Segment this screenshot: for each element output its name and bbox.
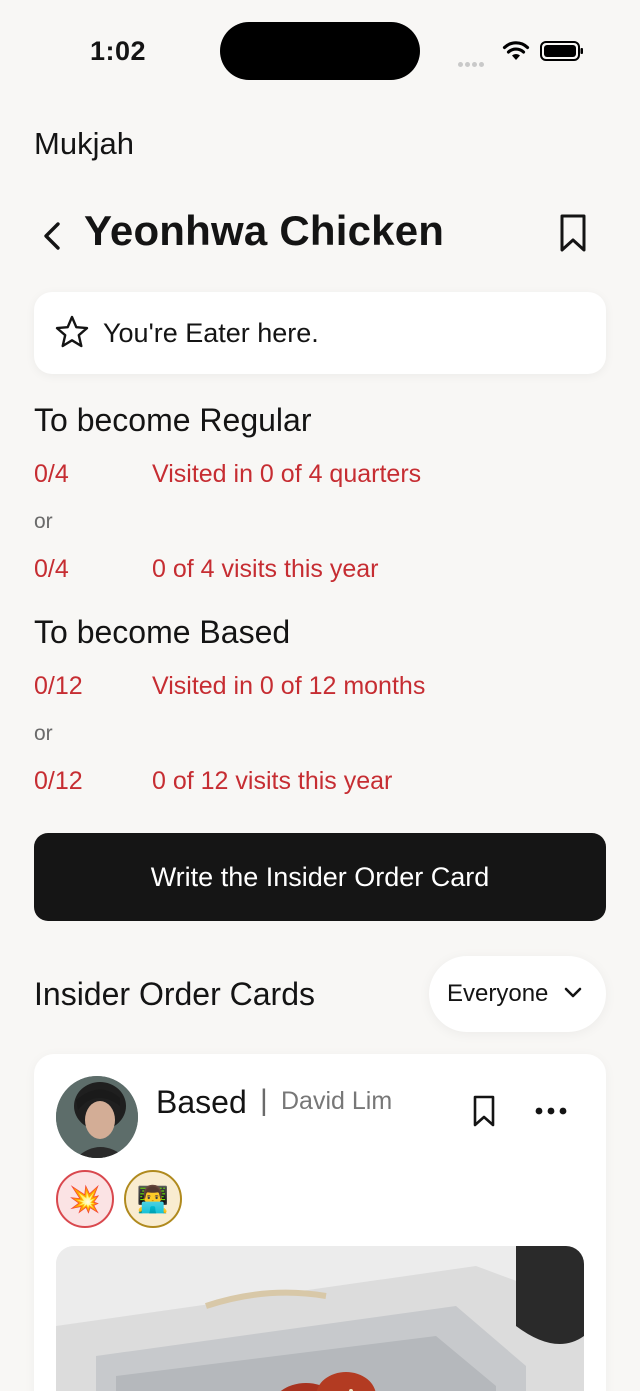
audience-filter-dropdown[interactable]: Everyone xyxy=(429,956,606,1032)
write-order-card-button[interactable]: Write the Insider Order Card xyxy=(34,833,606,921)
dynamic-island xyxy=(220,22,420,80)
bookmark-icon[interactable] xyxy=(471,1094,497,1128)
more-icon[interactable] xyxy=(534,1106,568,1116)
author-name[interactable]: David Lim xyxy=(281,1087,392,1116)
regular-section-title: To become Regular xyxy=(34,402,312,438)
chevron-down-icon xyxy=(564,987,582,998)
status-bar: 1:02 xyxy=(0,0,640,100)
badge-explosion[interactable]: 💥 xyxy=(56,1170,114,1228)
or-text: or xyxy=(34,510,53,533)
badge-technologist[interactable]: 👨‍💻 xyxy=(124,1170,182,1228)
based-progress-value: 0/12 xyxy=(34,767,83,795)
wifi-icon xyxy=(502,41,530,60)
fried-chicken-photo xyxy=(56,1246,584,1391)
app-name: Mukjah xyxy=(34,126,134,161)
regular-progress-value: 0/4 xyxy=(34,555,69,583)
based-progress-desc: Visited in 0 of 12 months xyxy=(152,672,426,700)
signal-icon xyxy=(458,54,492,67)
status-text: You're Eater here. xyxy=(103,318,319,348)
regular-progress-desc: Visited in 0 of 4 quarters xyxy=(152,460,422,488)
author-level: Based xyxy=(156,1084,247,1120)
screen: 1:02 Mukjah Yeonhwa Chicken You're Eater… xyxy=(0,0,640,1391)
back-chevron-icon[interactable] xyxy=(36,214,70,258)
bookmark-icon[interactable] xyxy=(556,212,590,254)
regular-progress-value: 0/4 xyxy=(34,460,69,488)
insider-order-card[interactable]: Based | David Lim 💥 👨‍💻 xyxy=(34,1054,606,1391)
status-time: 1:02 xyxy=(90,36,147,66)
filter-label: Everyone xyxy=(447,980,549,1007)
avatar[interactable] xyxy=(56,1076,138,1158)
cards-section-title: Insider Order Cards xyxy=(34,976,315,1012)
separator: | xyxy=(260,1084,268,1117)
based-progress-value: 0/12 xyxy=(34,672,83,700)
battery-icon xyxy=(540,41,583,61)
or-text: or xyxy=(34,722,53,745)
based-progress-desc: 0 of 12 visits this year xyxy=(152,767,393,795)
header: Mukjah Yeonhwa Chicken xyxy=(0,100,640,276)
status-card: You're Eater here. xyxy=(34,292,606,374)
food-photo[interactable] xyxy=(56,1246,584,1391)
based-section-title: To become Based xyxy=(34,614,291,650)
main-content: You're Eater here. To become Regular 0/4… xyxy=(0,276,640,1391)
regular-progress-desc: 0 of 4 visits this year xyxy=(152,555,379,583)
star-icon xyxy=(55,315,89,348)
page-title: Yeonhwa Chicken xyxy=(84,207,445,254)
avatar-portrait xyxy=(56,1076,138,1158)
